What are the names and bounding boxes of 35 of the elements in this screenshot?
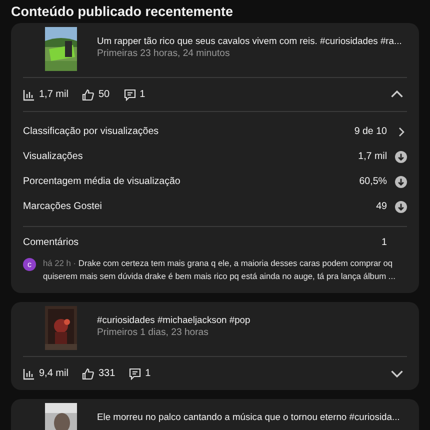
down-arrow-icon — [395, 176, 407, 188]
views-count: 1,7 mil — [39, 89, 68, 100]
comment-icon — [124, 88, 136, 100]
avatar: c — [23, 258, 36, 271]
metric-value: 49 — [376, 201, 387, 212]
metric-value: 60,5% — [359, 176, 387, 187]
down-arrow-icon — [395, 150, 407, 162]
thumbs-up-icon — [82, 368, 94, 380]
metric-label: Marcações Gostei — [23, 201, 103, 212]
metric-label: Porcentagem média de visualização — [23, 176, 182, 187]
bar-chart-icon — [23, 368, 35, 380]
likes-count: 50 — [98, 89, 110, 100]
metric-value: 1,7 mil — [358, 151, 387, 162]
video-title[interactable]: Ele morreu no palco cantando a música que o tornou eterno #curiosida... — [97, 410, 400, 423]
video-title[interactable]: #curiosidades #michaeljackson #pop — [97, 313, 250, 326]
down-arrow-icon — [395, 200, 407, 212]
likes-count: 331 — [98, 368, 116, 379]
chevron-up-icon[interactable] — [391, 91, 403, 98]
comments-count: 1 — [145, 368, 151, 379]
video-age: Primeiras 23 horas, 24 minutos — [97, 47, 231, 60]
comments-label: Comentários — [23, 237, 79, 248]
video-title[interactable]: Um rapper tão rico que seus cavalos vivem com reis. #curiosidades #ra... — [97, 34, 402, 47]
views-count: 9,4 mil — [39, 368, 68, 379]
chevron-down-icon[interactable] — [391, 370, 403, 377]
comments-count: 1 — [140, 89, 146, 100]
bar-chart-icon — [23, 88, 35, 100]
comment-icon — [129, 368, 142, 380]
metric-label: Visualizações — [23, 151, 84, 162]
section-title: Conteúdo publicado recentemente — [10, 3, 234, 21]
metric-value: 9 de 10 — [354, 126, 387, 137]
metric-label: Classificação por visualizações — [23, 126, 160, 137]
comments-total: 1 — [382, 237, 387, 248]
video-age: Primeiros 1 dias, 23 horas — [97, 326, 210, 339]
thumbs-up-icon — [82, 88, 94, 100]
comment-text: há 22 h · Drake com certeza tem mais grana q ele, a maioria desses caras podem comprar oq quiserem mais sem dúvida drake é bem mais rico pq está ainda no auge, tá pra lança álbum ... — [43, 257, 396, 283]
